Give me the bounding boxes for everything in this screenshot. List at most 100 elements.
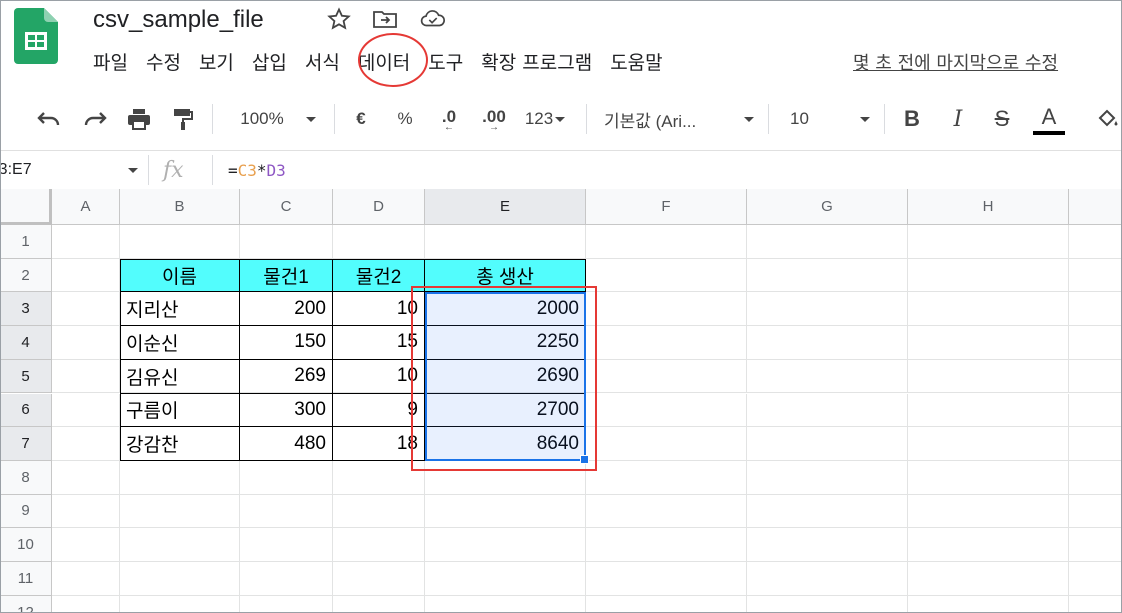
cell-a3[interactable] — [52, 292, 120, 327]
percent-format-button[interactable]: % — [392, 92, 418, 146]
cell-h11[interactable] — [908, 562, 1069, 596]
column-header-e[interactable]: E — [425, 189, 586, 225]
cell-f4[interactable] — [586, 326, 747, 360]
column-header-c[interactable]: C — [240, 189, 333, 225]
cell-e12[interactable] — [425, 595, 586, 613]
cell-f10[interactable] — [586, 528, 747, 562]
cell-a4[interactable] — [52, 326, 120, 360]
cell-i9[interactable] — [1069, 495, 1122, 529]
row-header-5[interactable]: 5 — [0, 359, 52, 394]
move-folder-icon[interactable] — [372, 6, 398, 32]
cell-c11[interactable] — [240, 562, 333, 596]
cell-a7[interactable] — [52, 427, 120, 461]
cell-f12[interactable] — [586, 595, 747, 613]
cell-d12[interactable] — [333, 595, 425, 613]
row-header-7[interactable]: 7 — [0, 427, 52, 461]
menu-extensions[interactable]: 확장 프로그램 — [472, 48, 601, 80]
cell-d2[interactable]: 물건2 — [333, 258, 425, 293]
cell-c2[interactable]: 물건1 — [240, 258, 333, 293]
currency-format-button[interactable]: € — [348, 92, 374, 146]
cell-c7[interactable]: 480 — [240, 427, 333, 461]
cell-h1[interactable] — [908, 225, 1069, 259]
name-box[interactable]: E3:E7 — [0, 151, 140, 189]
row-header-11[interactable]: 11 — [0, 562, 52, 596]
row-header-3[interactable]: 3 — [0, 292, 52, 327]
paint-format-button[interactable] — [166, 92, 200, 146]
cell-f5[interactable] — [586, 359, 747, 394]
column-header-partial[interactable] — [1069, 189, 1122, 225]
menu-insert[interactable]: 삽입 — [243, 48, 296, 80]
cell-a12[interactable] — [52, 595, 120, 613]
cell-d6[interactable]: 9 — [333, 393, 425, 428]
row-header-10[interactable]: 10 — [0, 528, 52, 562]
sheets-logo-icon[interactable] — [14, 8, 58, 64]
cell-a6[interactable] — [52, 393, 120, 428]
cell-c4[interactable]: 150 — [240, 326, 333, 360]
star-icon[interactable] — [326, 6, 352, 32]
cell-b7[interactable]: 강감찬 — [120, 427, 240, 461]
cell-e6[interactable]: 2700 — [425, 393, 586, 428]
cell-c10[interactable] — [240, 528, 333, 562]
column-header-f[interactable]: F — [586, 189, 747, 225]
row-header-4[interactable]: 4 — [0, 326, 52, 360]
cell-f8[interactable] — [586, 460, 747, 495]
cell-i5[interactable] — [1069, 360, 1122, 394]
text-color-button[interactable]: A — [1032, 92, 1066, 146]
cell-e8[interactable] — [425, 460, 586, 495]
cell-f9[interactable] — [586, 494, 747, 529]
cell-g10[interactable] — [747, 528, 908, 562]
cell-g7[interactable] — [747, 427, 908, 461]
cell-a1[interactable] — [52, 225, 120, 259]
cell-c8[interactable] — [240, 460, 333, 495]
cell-g4[interactable] — [747, 326, 908, 360]
cell-c9[interactable] — [240, 494, 333, 529]
strikethrough-button[interactable]: S — [988, 92, 1016, 146]
cell-d10[interactable] — [333, 528, 425, 562]
cell-a2[interactable] — [52, 258, 120, 293]
menu-data[interactable]: 데이터 — [349, 48, 419, 80]
select-all-corner[interactable] — [0, 189, 52, 225]
cell-i7[interactable] — [1069, 427, 1122, 461]
column-header-b[interactable]: B — [120, 189, 240, 225]
cell-h9[interactable] — [908, 494, 1069, 529]
cell-i6[interactable] — [1069, 394, 1122, 428]
cell-h12[interactable] — [908, 595, 1069, 613]
column-header-g[interactable]: G — [747, 189, 908, 225]
column-header-a[interactable]: A — [52, 189, 120, 225]
font-size-select[interactable]: 10 — [790, 92, 870, 146]
cell-f2[interactable] — [586, 258, 747, 293]
redo-button[interactable] — [78, 92, 112, 146]
cell-d3[interactable]: 10 — [333, 292, 425, 327]
cell-a5[interactable] — [52, 359, 120, 394]
cell-g11[interactable] — [747, 562, 908, 596]
cell-b1[interactable] — [120, 225, 240, 259]
menu-tools[interactable]: 도구 — [419, 48, 472, 80]
cell-h8[interactable] — [908, 460, 1069, 495]
increase-decimal-button[interactable]: .00 → — [474, 92, 514, 146]
column-header-d[interactable]: D — [333, 189, 425, 225]
zoom-select[interactable]: 100% — [232, 92, 324, 146]
cell-i11[interactable] — [1069, 562, 1122, 596]
cell-b5[interactable]: 김유신 — [120, 359, 240, 394]
cell-e4[interactable]: 2250 — [425, 326, 586, 360]
cell-f1[interactable] — [586, 225, 747, 259]
cell-g1[interactable] — [747, 225, 908, 259]
print-button[interactable] — [122, 92, 156, 146]
cell-c12[interactable] — [240, 595, 333, 613]
cell-b10[interactable] — [120, 528, 240, 562]
row-header-8[interactable]: 8 — [0, 460, 52, 495]
cell-g6[interactable] — [747, 393, 908, 428]
menu-help[interactable]: 도움말 — [601, 48, 671, 80]
italic-button[interactable]: I — [944, 92, 972, 146]
cell-i10[interactable] — [1069, 528, 1122, 562]
cell-g9[interactable] — [747, 494, 908, 529]
last-edit-link[interactable]: 몇 초 전에 마지막으로 수정 — [853, 49, 1058, 79]
cell-b2[interactable]: 이름 — [120, 258, 240, 293]
cell-h7[interactable] — [908, 427, 1069, 461]
cell-e5[interactable]: 2690 — [425, 359, 586, 394]
cell-d4[interactable]: 15 — [333, 326, 425, 360]
row-header-2[interactable]: 2 — [0, 258, 52, 293]
cell-i12[interactable] — [1069, 596, 1122, 613]
cell-c5[interactable]: 269 — [240, 359, 333, 394]
fill-handle[interactable] — [580, 454, 589, 464]
